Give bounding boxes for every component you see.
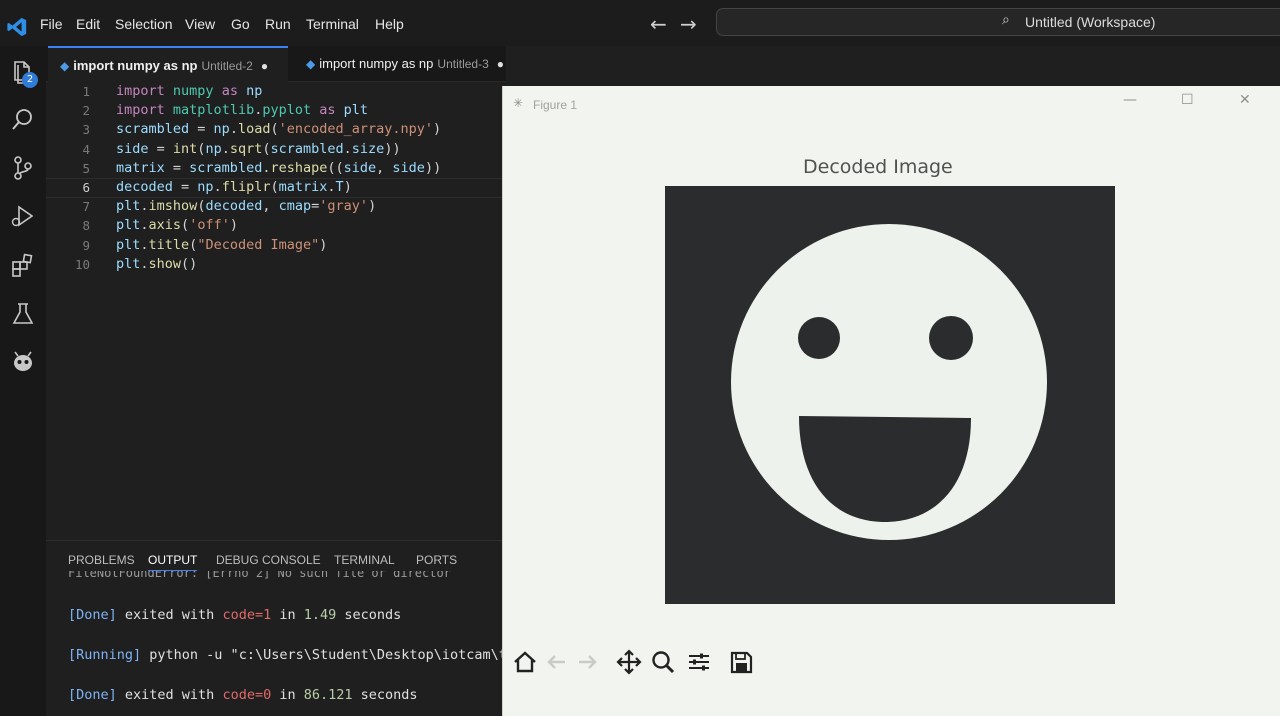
code-line[interactable]: plt.show() xyxy=(116,256,197,272)
line-number: 2 xyxy=(82,103,90,119)
figure-window-title: Figure 1 xyxy=(533,98,578,112)
extension-alien-icon[interactable] xyxy=(9,348,37,376)
menu-go[interactable]: Go xyxy=(231,16,250,32)
menu-view[interactable]: View xyxy=(185,16,215,32)
panel-tab-terminal[interactable]: TERMINAL xyxy=(334,553,395,567)
tab-label: import numpy as np xyxy=(319,56,434,71)
menu-selection[interactable]: Selection xyxy=(115,16,173,32)
python-icon: ◆ xyxy=(306,57,316,71)
figure-toolbar xyxy=(503,642,1280,682)
code-line[interactable]: plt.imshow(decoded, cmap='gray') xyxy=(116,198,376,214)
decoded-image xyxy=(665,186,1115,604)
code-line[interactable]: plt.title("Decoded Image") xyxy=(116,237,327,253)
menu-terminal[interactable]: Terminal xyxy=(306,16,359,32)
explorer-badge: 2 xyxy=(22,72,38,88)
code-line[interactable]: import numpy as np xyxy=(116,83,262,99)
back-icon[interactable] xyxy=(543,648,571,676)
line-number: 10 xyxy=(74,256,90,272)
extensions-icon[interactable] xyxy=(9,252,37,280)
bottom-panel: PROBLEMS OUTPUT DEBUG CONSOLE TERMINAL P… xyxy=(46,540,702,716)
panel-tab-problems[interactable]: PROBLEMS xyxy=(68,553,135,567)
search-icon[interactable] xyxy=(9,106,37,134)
matplotlib-logo-icon: ✳ xyxy=(513,96,524,110)
tab-description: Untitled-3 xyxy=(437,57,489,71)
line-number: 7 xyxy=(82,199,90,215)
unsaved-dot-icon[interactable]: ● xyxy=(261,59,268,73)
line-number: 3 xyxy=(82,122,90,138)
output-line-done-2: [Done] exited with code=0 in 86.121 seco… xyxy=(68,687,418,703)
menu-run[interactable]: Run xyxy=(265,16,291,32)
line-number: 8 xyxy=(82,218,90,234)
save-icon[interactable] xyxy=(727,648,755,676)
menu-help[interactable]: Help xyxy=(375,16,404,32)
line-number: 4 xyxy=(82,141,90,157)
output-line-done-1: [Done] exited with code=1 in 1.49 second… xyxy=(68,607,402,623)
menu-file[interactable]: File xyxy=(40,16,63,32)
forward-icon[interactable] xyxy=(573,648,601,676)
code-line[interactable]: scrambled = np.load('encoded_array.npy') xyxy=(116,121,441,137)
line-number: 9 xyxy=(82,237,90,253)
left-eye xyxy=(798,317,840,359)
panel-tab-output[interactable]: OUTPUT xyxy=(148,553,198,571)
panel-tab-ports[interactable]: PORTS xyxy=(416,553,457,567)
tab-untitled-3[interactable]: ◆ import numpy as np Untitled-3 ● xyxy=(294,46,534,82)
code-line[interactable]: import matplotlib.pyplot as plt xyxy=(116,102,368,118)
source-control-icon[interactable] xyxy=(9,154,37,182)
code-editor[interactable]: 1 2 3 4 5 6 7 8 9 10 import numpy as np import mat… xyxy=(46,82,506,542)
configure-icon[interactable] xyxy=(685,648,713,676)
line-number: 5 xyxy=(82,160,90,176)
panel-tab-debug-console[interactable]: DEBUG CONSOLE xyxy=(216,553,321,567)
figure-window[interactable]: ✳ Figure 1 — ☐ ✕ Decoded Image xyxy=(502,86,1280,716)
search-icon: ⌕ xyxy=(1002,12,1010,28)
run-debug-icon[interactable] xyxy=(9,202,37,230)
maximize-icon[interactable]: ☐ xyxy=(1181,92,1194,108)
line-number: 6 xyxy=(82,180,90,195)
title-bar: File Edit Selection View Go Run Terminal… xyxy=(0,0,1280,46)
python-icon: ◆ xyxy=(60,59,70,73)
plot-title: Decoded Image xyxy=(803,156,953,178)
vscode-logo-icon[interactable] xyxy=(6,16,28,38)
back-arrow-icon[interactable]: ← xyxy=(650,12,667,36)
workspace-label: Untitled (Workspace) xyxy=(1025,14,1156,30)
code-line[interactable]: matrix = scrambled.reshape((side, side)) xyxy=(116,160,441,176)
testing-flask-icon[interactable] xyxy=(9,300,37,328)
code-line[interactable]: side = int(np.sqrt(scrambled.size)) xyxy=(116,141,401,157)
minimize-icon[interactable]: — xyxy=(1123,92,1137,108)
unsaved-dot-icon[interactable]: ● xyxy=(497,57,504,71)
close-icon[interactable]: ✕ xyxy=(1239,92,1251,108)
tab-label: import numpy as np xyxy=(73,58,198,73)
line-number: 1 xyxy=(82,84,90,99)
tab-untitled-2[interactable]: ◆ import numpy as np Untitled-2 ● xyxy=(48,46,288,82)
home-icon[interactable] xyxy=(511,648,539,676)
tab-description: Untitled-2 xyxy=(201,59,253,73)
code-line[interactable]: plt.axis('off') xyxy=(116,217,238,233)
output-line-clipped: FileNotFoundError: [Errno 2] No such fil… xyxy=(68,571,451,579)
zoom-icon[interactable] xyxy=(649,648,677,676)
command-center-search[interactable]: ⌕ Untitled (Workspace) xyxy=(716,8,1280,36)
activity-bar: 2 xyxy=(0,46,46,716)
pan-icon[interactable] xyxy=(615,648,643,676)
menu-edit[interactable]: Edit xyxy=(76,16,100,32)
right-eye xyxy=(929,316,973,360)
forward-arrow-icon[interactable]: → xyxy=(680,12,697,36)
editor-tab-bar: ◆ import numpy as np Untitled-2 ● ◆ import n… xyxy=(46,46,506,82)
code-line[interactable]: decoded = np.fliplr(matrix.T) xyxy=(116,179,352,195)
